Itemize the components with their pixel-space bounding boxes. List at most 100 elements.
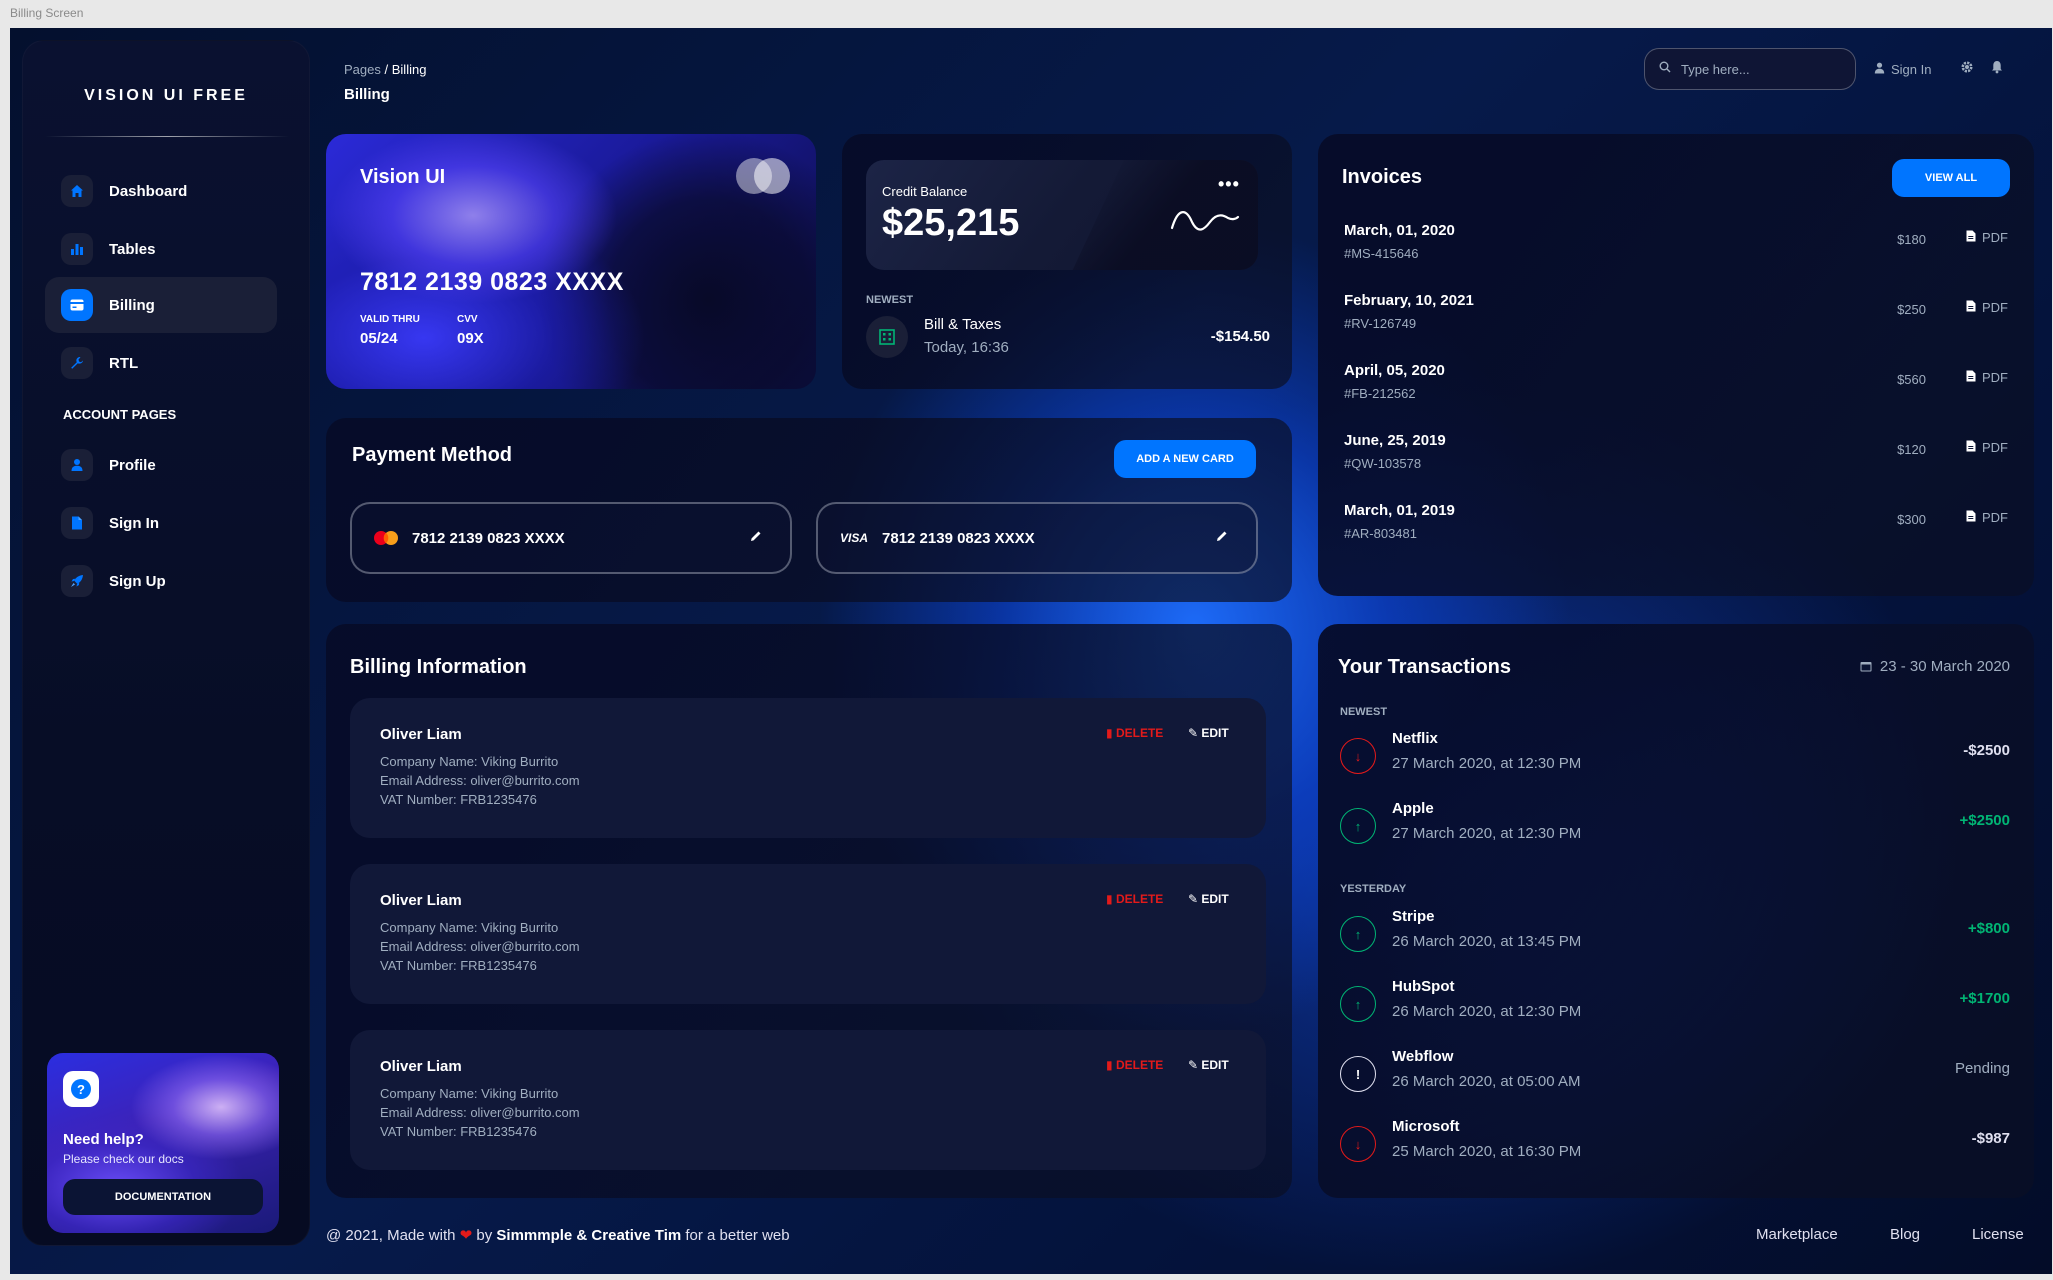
search-box[interactable] — [1644, 48, 1856, 90]
credit-balance-label: Credit Balance — [882, 184, 968, 199]
payment-card-mastercard[interactable]: 7812 2139 0823 XXXX — [350, 502, 792, 574]
sidebar-item-sign-up[interactable]: Sign Up — [45, 553, 277, 609]
footer-suffix: for a better web — [685, 1227, 790, 1244]
billing-email: Email Address: oliver@burrito.com — [380, 939, 580, 954]
help-title: Need help? — [63, 1131, 144, 1148]
invoice-pdf-link[interactable]: PDF — [1966, 440, 2008, 455]
invoice-id: #RV-126749 — [1344, 316, 1417, 331]
sidebar-item-rtl[interactable]: RTL — [45, 335, 277, 391]
transaction-amount: Pending — [1954, 1060, 2010, 1077]
invoice-pdf-link[interactable]: PDF — [1966, 300, 2008, 315]
invoice-id: #FB-212562 — [1344, 386, 1416, 401]
transactions-card: Your Transactions 23 - 30 March 2020 NEW… — [1318, 624, 2034, 1198]
payment-method-card: Payment Method ADD A NEW CARD 7812 2139 … — [326, 418, 1292, 602]
invoice-pdf-link[interactable]: PDF — [1966, 370, 2008, 385]
chart-bar-icon — [61, 233, 93, 265]
account-pages-heading: ACCOUNT PAGES — [63, 407, 177, 422]
billing-entry: Oliver Liam Company Name: Viking Burrito… — [350, 698, 1266, 838]
app-screen: VISION UI FREE Dashboard Tables Billing … — [10, 28, 2052, 1274]
delete-button[interactable]: ▮ DELETE — [1106, 892, 1163, 906]
billing-name: Oliver Liam — [380, 1058, 462, 1075]
sidebar-item-label: Tables — [109, 240, 156, 258]
breadcrumb: Pages / Billing — [344, 62, 426, 77]
pencil-icon[interactable] — [1216, 530, 1228, 545]
sidebar-item-billing[interactable]: Billing — [45, 277, 277, 333]
window-title: Billing Screen — [10, 6, 84, 20]
section-yesterday: YESTERDAY — [1340, 883, 1407, 895]
search-input[interactable] — [1681, 61, 1841, 77]
credit-card-icon — [61, 289, 93, 321]
transaction-time: 26 March 2020, at 12:30 PM — [1392, 1003, 1582, 1020]
transaction-amount: +$800 — [1967, 920, 2010, 937]
edit-button[interactable]: ✎ EDIT — [1188, 726, 1229, 740]
invoice-pdf-link[interactable]: PDF — [1966, 510, 2008, 525]
sidebar-item-dashboard[interactable]: Dashboard — [45, 163, 277, 219]
transaction-amount: -$2500 — [1963, 742, 2010, 759]
newest-label: NEWEST — [866, 294, 914, 306]
pdf-file-icon — [1966, 300, 1976, 315]
footer-link-blog[interactable]: Blog — [1890, 1226, 1920, 1243]
footer-authors-link[interactable]: Simmmple & Creative Tim — [496, 1227, 681, 1244]
billing-vat: VAT Number: FRB1235476 — [380, 958, 537, 973]
trash-icon: ▮ — [1106, 1058, 1116, 1072]
billing-vat: VAT Number: FRB1235476 — [380, 792, 537, 807]
brand-logo: VISION UI FREE — [84, 87, 248, 104]
invoice-row: March, 01, 2020 #MS-415646 $180 PDF — [1342, 210, 2008, 280]
transaction-name: Apple — [1392, 800, 1434, 817]
transaction-amount: +$1700 — [1959, 990, 2010, 1007]
invoice-amount: $250 — [1897, 302, 1926, 317]
payment-card-number: 7812 2139 0823 XXXX — [882, 529, 1035, 547]
delete-button[interactable]: ▮ DELETE — [1106, 726, 1163, 740]
billing-name: Oliver Liam — [380, 892, 462, 909]
person-icon — [1874, 62, 1885, 77]
sidebar-item-tables[interactable]: Tables — [45, 221, 277, 277]
heart-icon: ❤ — [459, 1227, 473, 1244]
billing-company: Company Name: Viking Burrito — [380, 1086, 559, 1101]
footer-link-license[interactable]: License — [1972, 1226, 2024, 1243]
footer-link-marketplace[interactable]: Marketplace — [1756, 1226, 1838, 1243]
bell-icon[interactable] — [1991, 60, 2003, 77]
help-card: ? Need help? Please check our docs DOCUM… — [47, 1053, 279, 1233]
view-all-button[interactable]: VIEW ALL — [1892, 159, 2010, 197]
pencil-icon[interactable] — [750, 530, 762, 545]
payment-card-visa[interactable]: VISA 7812 2139 0823 XXXX — [816, 502, 1258, 574]
delete-button[interactable]: ▮ DELETE — [1106, 1058, 1163, 1072]
wave-graph-icon — [1170, 204, 1240, 239]
arrow-up-icon: ↑ — [1340, 916, 1376, 952]
edit-button[interactable]: ✎ EDIT — [1188, 892, 1229, 906]
invoices-title: Invoices — [1342, 166, 1423, 188]
edit-button[interactable]: ✎ EDIT — [1188, 1058, 1229, 1072]
credit-balance-card: Credit Balance $25,215 ••• NEWEST Bill &… — [842, 134, 1292, 389]
mastercard-logo-icon — [736, 158, 792, 194]
visa-icon: VISA — [840, 531, 869, 545]
delete-label: DELETE — [1115, 892, 1164, 906]
invoice-date: February, 10, 2021 — [1344, 292, 1474, 309]
billing-email: Email Address: oliver@burrito.com — [380, 773, 580, 788]
transaction-row: ↓ Microsoft 25 March 2020, at 16:30 PM -… — [1340, 1110, 2010, 1170]
gear-icon[interactable] — [1960, 60, 1974, 77]
footer-credit: @ 2021, Made with ❤ by Simmmple & Creati… — [326, 1226, 790, 1244]
pdf-file-icon — [1966, 510, 1976, 525]
invoice-pdf-link[interactable]: PDF — [1966, 230, 2008, 245]
valid-thru-label: VALID THRU — [360, 314, 420, 325]
sidebar-item-profile[interactable]: Profile — [45, 437, 277, 493]
card-brand-title: Vision UI — [360, 166, 446, 188]
billing-entry: Oliver Liam Company Name: Viking Burrito… — [350, 1030, 1266, 1170]
bill-amount: -$154.50 — [1210, 328, 1270, 345]
sidebar-item-sign-in[interactable]: Sign In — [45, 495, 277, 551]
transaction-name: HubSpot — [1392, 978, 1455, 995]
invoice-date: March, 01, 2019 — [1344, 502, 1455, 519]
pdf-label: PDF — [1982, 300, 2008, 315]
person-icon — [61, 449, 93, 481]
header-sign-in-link[interactable]: Sign In — [1874, 62, 1931, 77]
transaction-amount: +$2500 — [1959, 812, 2010, 829]
breadcrumb-parent[interactable]: Pages — [344, 62, 381, 77]
page-title: Billing — [344, 86, 390, 103]
pdf-file-icon — [1966, 440, 1976, 455]
invoice-date: June, 25, 2019 — [1344, 432, 1446, 449]
documentation-button[interactable]: DOCUMENTATION — [63, 1179, 263, 1215]
add-new-card-button[interactable]: ADD A NEW CARD — [1114, 440, 1256, 478]
more-options-icon[interactable]: ••• — [1218, 174, 1240, 195]
billing-name: Oliver Liam — [380, 726, 462, 743]
credit-balance-amount: $25,215 — [882, 202, 1020, 244]
